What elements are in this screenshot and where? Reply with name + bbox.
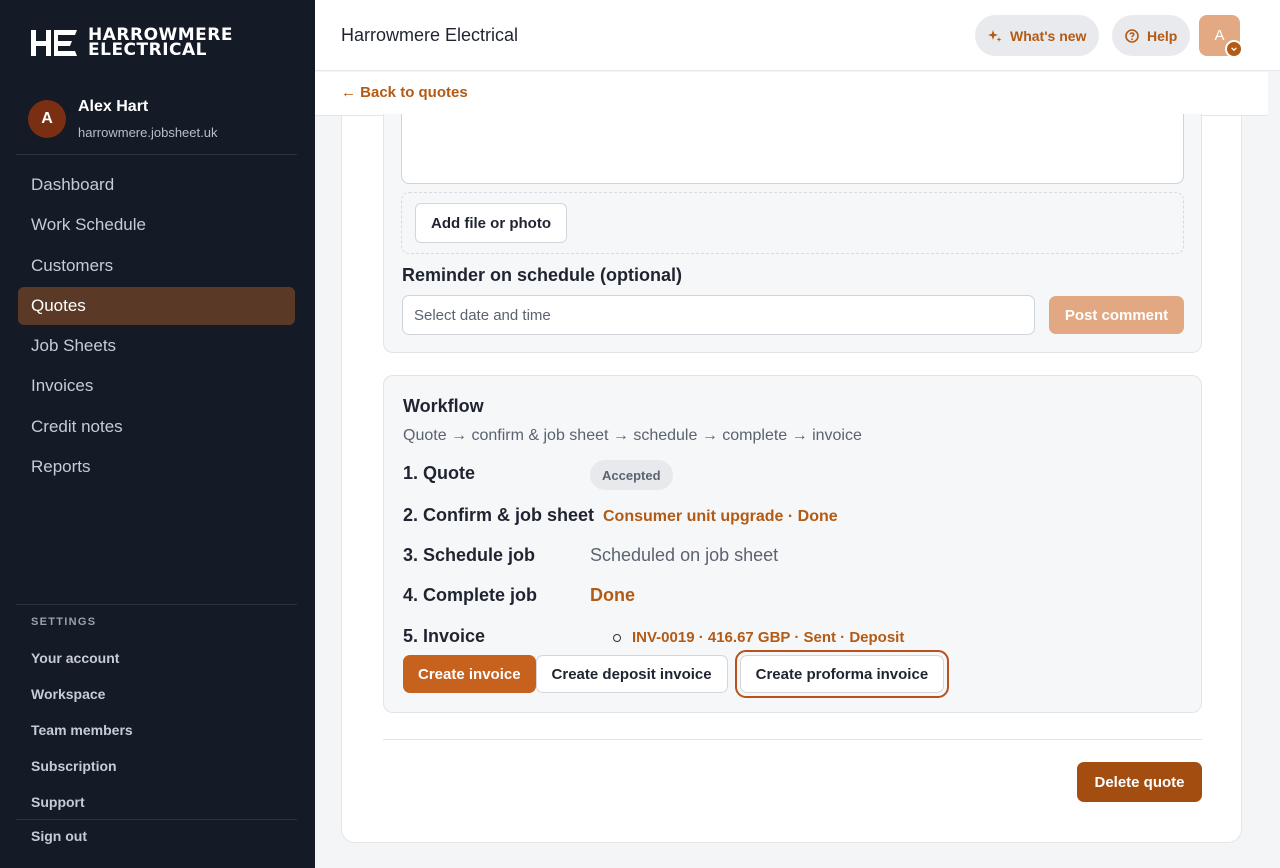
settings-nav: Your account Workspace Team members Subs…	[31, 640, 133, 820]
nav-item-customers[interactable]: Customers	[18, 247, 295, 285]
sign-out-link[interactable]: Sign out	[31, 828, 87, 844]
whats-new-label: What's new	[1010, 27, 1087, 44]
nav-item-quotes[interactable]: Quotes	[18, 286, 295, 325]
step-complete-label: 4. Complete job	[403, 585, 538, 605]
invoice-link[interactable]: INV-0019 · 416.67 GBP · Sent · Deposit	[632, 629, 904, 646]
step-confirm-label: 2. Confirm & job sheet	[403, 505, 595, 525]
attachment-dropzone[interactable]: Add file or photo	[401, 192, 1184, 254]
scrollbar[interactable]	[1268, 72, 1280, 868]
settings-item-subscription[interactable]: Subscription	[31, 748, 133, 784]
signout-divider	[16, 819, 297, 820]
footer-divider	[383, 739, 1202, 740]
settings-divider	[16, 604, 297, 605]
create-proforma-invoice-button[interactable]: Create proforma invoice	[734, 650, 949, 698]
add-file-button[interactable]: Add file or photo	[415, 203, 567, 243]
whats-new-button[interactable]: What's new	[975, 15, 1100, 56]
sidebar: HARROWMERE ELECTRICAL A Alex Hart harrow…	[0, 0, 315, 868]
nav-item-job-sheets[interactable]: Job Sheets	[18, 327, 295, 365]
schedule-status: Scheduled on job sheet	[590, 545, 779, 565]
status-badge: Accepted	[590, 460, 673, 490]
nav-item-invoices[interactable]: Invoices	[18, 367, 295, 405]
complete-status: Done	[590, 585, 635, 605]
nav-item-reports[interactable]: Reports	[18, 448, 295, 486]
sidebar-divider	[16, 154, 297, 155]
step-quote-label: 1. Quote	[403, 463, 476, 483]
invoice-actions: Create invoice Create deposit invoice Cr…	[403, 650, 949, 698]
workflow-title: Workflow	[403, 396, 484, 416]
step-invoice-label: 5. Invoice	[403, 626, 486, 646]
workflow-panel: Workflow Quote → confirm & job sheet → s…	[383, 375, 1202, 713]
brand-line2: ELECTRICAL	[88, 40, 208, 60]
nav-item-credit-notes[interactable]: Credit notes	[18, 408, 295, 446]
settings-item-team-members[interactable]: Team members	[31, 712, 133, 748]
job-sheet-link[interactable]: Consumer unit upgrade · Done	[603, 508, 838, 526]
comment-textarea[interactable]	[401, 114, 1184, 184]
account-avatar-button[interactable]: A	[1199, 15, 1243, 58]
back-bar: ← Back to quotes	[315, 72, 1268, 116]
quote-card: Add file or photo Reminder on schedule (…	[341, 114, 1242, 843]
bullet-icon	[613, 633, 621, 642]
user-avatar: A	[28, 100, 66, 138]
post-comment-button[interactable]: Post comment	[1049, 296, 1184, 334]
back-to-quotes-link[interactable]: ← Back to quotes	[341, 84, 468, 101]
user-domain: harrowmere.jobsheet.uk	[78, 125, 218, 140]
chevron-down-icon	[1225, 40, 1243, 58]
brand-logo[interactable]: HARROWMERE ELECTRICAL	[30, 27, 233, 60]
settings-item-your-account[interactable]: Your account	[31, 640, 133, 676]
brand-wordmark: HARROWMERE ELECTRICAL	[88, 27, 233, 60]
top-bar: Harrowmere Electrical What's new Help A	[315, 0, 1280, 71]
comment-section: Add file or photo Reminder on schedule (…	[383, 114, 1202, 353]
reminder-label: Reminder on schedule (optional)	[402, 265, 683, 285]
settings-item-workspace[interactable]: Workspace	[31, 676, 133, 712]
he-logo-icon	[31, 30, 77, 56]
nav-item-work-schedule[interactable]: Work Schedule	[18, 206, 295, 244]
invoice-list-item: INV-0019 · 416.67 GBP · Sent · Deposit	[613, 629, 904, 646]
help-label: Help	[1147, 27, 1178, 44]
settings-item-support[interactable]: Support	[31, 784, 133, 820]
account-avatar-initial: A	[1214, 27, 1225, 44]
user-profile[interactable]: A Alex Hart harrowmere.jobsheet.uk	[28, 98, 217, 140]
sparkle-icon	[988, 29, 1002, 42]
nav-item-dashboard[interactable]: Dashboard	[18, 166, 295, 204]
page-title: Harrowmere Electrical	[341, 25, 519, 45]
workflow-subtitle: Quote → confirm & job sheet → schedule →…	[403, 427, 862, 444]
settings-heading: SETTINGS	[31, 616, 97, 628]
help-button[interactable]: Help	[1112, 15, 1191, 56]
create-invoice-button[interactable]: Create invoice	[403, 655, 536, 693]
user-name: Alex Hart	[78, 98, 149, 115]
delete-quote-button[interactable]: Delete quote	[1077, 762, 1202, 802]
reminder-date-input[interactable]: Select date and time	[402, 295, 1035, 335]
main-nav: Dashboard Work Schedule Customers Quotes…	[18, 166, 295, 488]
step-schedule-label: 3. Schedule job	[403, 545, 536, 565]
create-deposit-invoice-button[interactable]: Create deposit invoice	[535, 655, 728, 693]
help-icon	[1125, 28, 1139, 43]
